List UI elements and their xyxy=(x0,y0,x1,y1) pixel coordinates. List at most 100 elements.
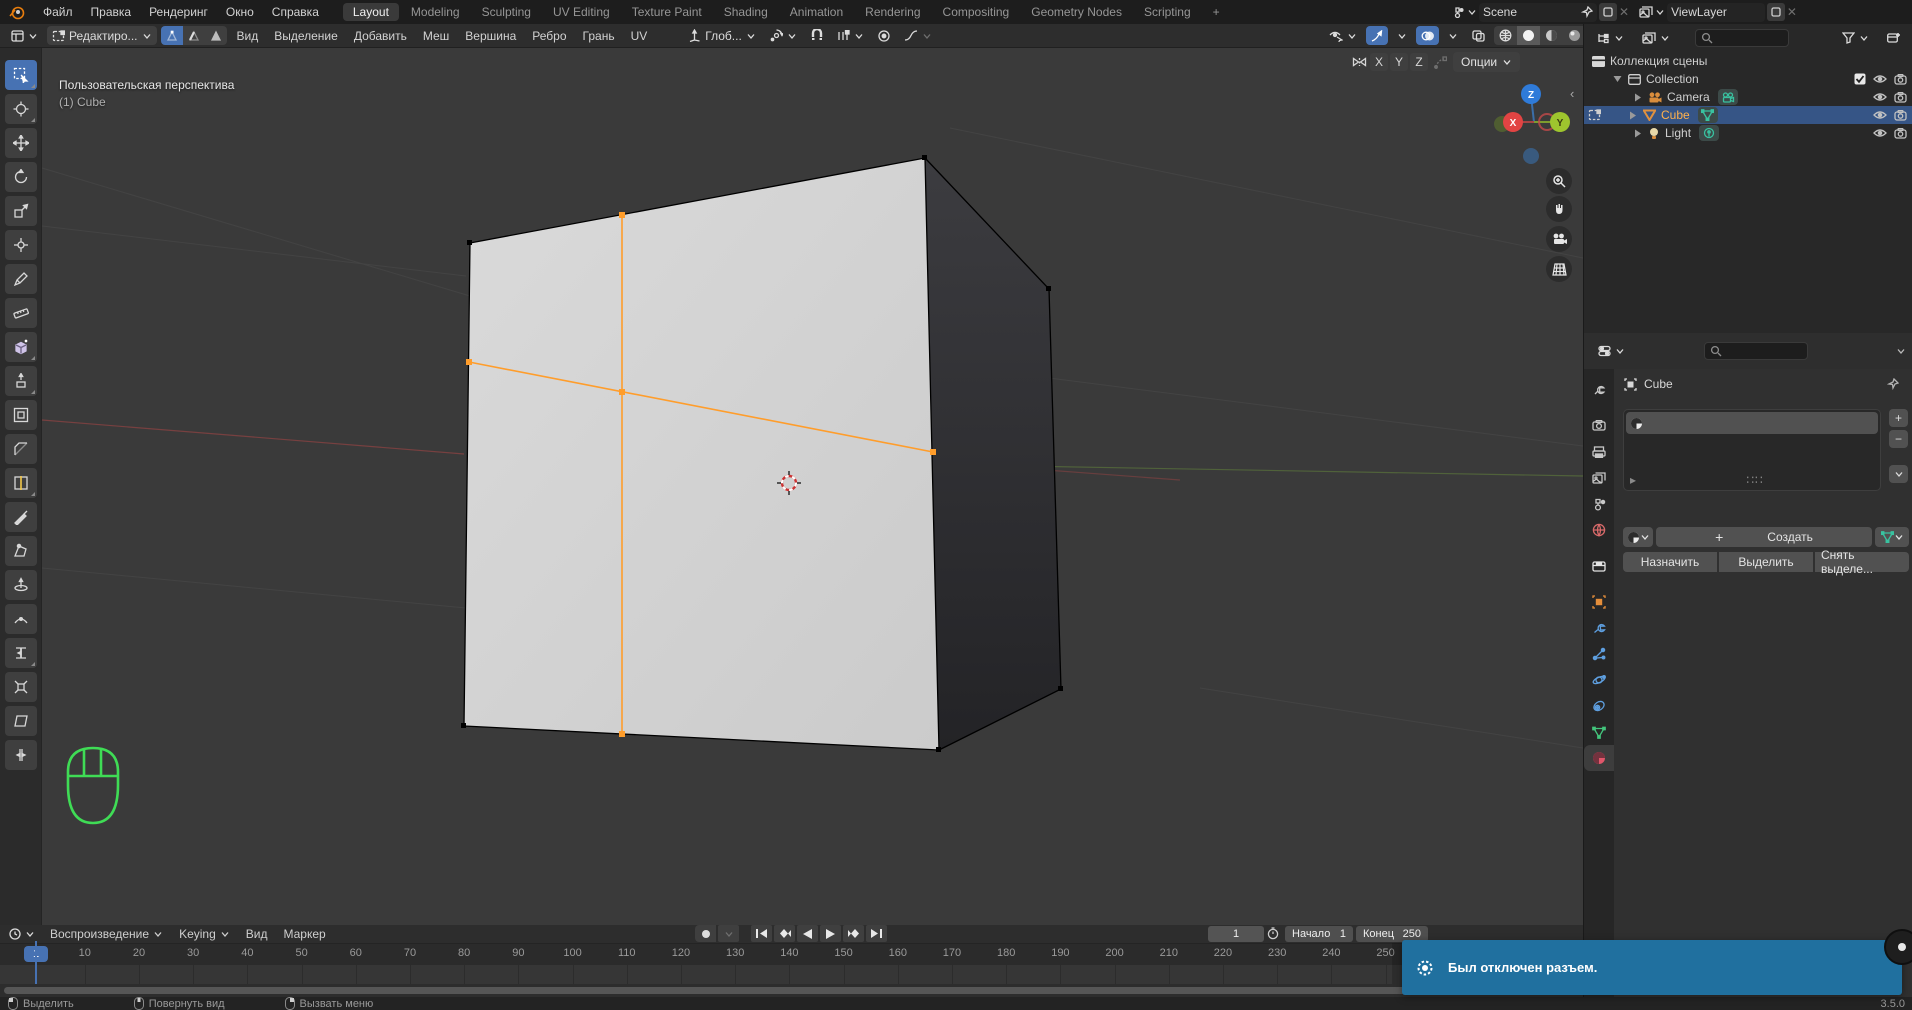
menu-Окно[interactable]: Окно xyxy=(217,5,263,19)
tool-inset[interactable] xyxy=(4,400,37,430)
tool-rip[interactable] xyxy=(4,740,37,770)
viewport-menu-Вершина[interactable]: Вершина xyxy=(457,29,524,43)
chevron-down-icon[interactable] xyxy=(1655,7,1665,17)
editor-type-button[interactable] xyxy=(6,26,43,45)
arrow-down-icon[interactable] xyxy=(1613,75,1622,83)
workspace-tab-uv-editing[interactable]: UV Editing xyxy=(543,3,620,21)
eye-icon[interactable] xyxy=(1873,92,1887,102)
jump-start-button[interactable] xyxy=(751,925,772,942)
timeline-menu-Вид[interactable]: Вид xyxy=(238,927,276,941)
outliner-row-cube[interactable]: Cube xyxy=(1584,106,1912,124)
notification-toast[interactable]: Был отключен разъем. xyxy=(1402,940,1902,995)
properties-tab-scene[interactable] xyxy=(1584,491,1614,517)
tool-bevel[interactable] xyxy=(4,434,37,464)
material-slot-list[interactable]: ▸ ∷∷ xyxy=(1623,409,1881,491)
zoom-view-button[interactable] xyxy=(1546,168,1572,194)
assign-button[interactable]: Назначить xyxy=(1623,552,1717,572)
properties-tab-collection[interactable] xyxy=(1584,553,1614,579)
select-button[interactable]: Выделить xyxy=(1719,552,1813,572)
workspace-tab-texture-paint[interactable]: Texture Paint xyxy=(622,3,712,21)
chevron-down-icon[interactable] xyxy=(1896,346,1906,356)
menu-Справка[interactable]: Справка xyxy=(263,5,328,19)
timeline-ruler[interactable]: 1 10203040506070809010011012013014015016… xyxy=(0,943,1583,965)
timeline-menu-Keying[interactable]: Keying xyxy=(171,927,238,941)
add-slot-button[interactable]: + xyxy=(1889,409,1908,427)
outliner-filter-mode[interactable] xyxy=(1637,29,1675,48)
workspace-tab-layout[interactable]: Layout xyxy=(342,3,399,21)
tool-smooth[interactable] xyxy=(4,604,37,634)
next-keyframe-button[interactable] xyxy=(843,925,864,942)
properties-tab-data[interactable] xyxy=(1584,719,1614,745)
camera-restrict-icon[interactable] xyxy=(1894,127,1907,139)
properties-tab-world[interactable] xyxy=(1584,517,1614,543)
orientation-selector[interactable]: Глоб... xyxy=(683,26,761,45)
workspace-tab-geometry-nodes[interactable]: Geometry Nodes xyxy=(1021,3,1132,21)
workspace-tab-shading[interactable]: Shading xyxy=(714,3,778,21)
workspace-tab-+[interactable]: + xyxy=(1203,3,1230,21)
viewlayer-selector[interactable]: ViewLayer xyxy=(1667,2,1765,22)
pivot-selector[interactable] xyxy=(765,26,802,45)
menu-Рендеринг[interactable]: Рендеринг xyxy=(140,5,217,19)
slot-specials-button[interactable] xyxy=(1889,465,1908,483)
arrow-right-icon[interactable] xyxy=(1634,93,1642,102)
tool-annotate[interactable] xyxy=(4,264,37,294)
play-button[interactable] xyxy=(820,925,841,942)
snap-path-icon[interactable] xyxy=(1434,55,1447,69)
workspace-tab-rendering[interactable]: Rendering xyxy=(855,3,930,21)
tool-select-box[interactable] xyxy=(4,60,37,90)
jump-end-button[interactable] xyxy=(866,925,887,942)
properties-tab-physics[interactable] xyxy=(1584,667,1614,693)
checkbox-icon[interactable] xyxy=(1854,73,1866,85)
outliner-row-коллекция-сцены[interactable]: Коллекция сцены xyxy=(1584,52,1912,70)
solid-shading-button[interactable] xyxy=(1517,26,1540,45)
tool-loop-cut[interactable] xyxy=(4,468,37,498)
tool-poly-build[interactable] xyxy=(4,536,37,566)
tool-add-cube[interactable] xyxy=(4,332,37,362)
scene-icon[interactable] xyxy=(1452,6,1465,18)
workspace-tab-sculpting[interactable]: Sculpting xyxy=(472,3,541,21)
new-collection-button[interactable] xyxy=(1882,29,1905,48)
camera-restrict-icon[interactable] xyxy=(1894,91,1907,103)
mirror-axis-z[interactable]: Z xyxy=(1410,53,1428,71)
overlays-dropdown[interactable] xyxy=(1443,26,1463,45)
tool-spin[interactable] xyxy=(4,570,37,600)
visibility-dropdown[interactable] xyxy=(1324,26,1362,45)
frame-start-field[interactable]: Начало 1 xyxy=(1285,926,1353,942)
viewport-menu-Грань[interactable]: Грань xyxy=(575,29,623,43)
viewport-menu-Ребро[interactable]: Ребро xyxy=(524,29,574,43)
material-slot[interactable] xyxy=(1626,412,1878,434)
falloff-selector[interactable] xyxy=(899,26,937,45)
workspace-tab-modeling[interactable]: Modeling xyxy=(401,3,470,21)
grip-icon[interactable]: ∷∷ xyxy=(1746,473,1763,487)
mesh-data-icon[interactable] xyxy=(1697,107,1718,123)
workspace-tab-animation[interactable]: Animation xyxy=(780,3,853,21)
stopwatch-icon[interactable] xyxy=(1267,927,1279,940)
menu-Правка[interactable]: Правка xyxy=(82,5,141,19)
tool-rotate[interactable] xyxy=(4,162,37,192)
timeline-scrollbar[interactable] xyxy=(4,987,1482,994)
pin-icon[interactable] xyxy=(1581,6,1594,18)
viewport-menu-Меш[interactable]: Меш xyxy=(415,29,457,43)
eye-icon[interactable] xyxy=(1873,74,1887,84)
blender-logo-icon[interactable] xyxy=(0,4,34,20)
properties-tab-material[interactable] xyxy=(1584,745,1614,771)
properties-tab-object[interactable] xyxy=(1584,589,1614,615)
viewport-menu-Вид[interactable]: Вид xyxy=(229,29,267,43)
tool-cursor[interactable] xyxy=(4,94,37,124)
menu-Файл[interactable]: Файл xyxy=(34,5,82,19)
current-frame-line[interactable] xyxy=(35,941,37,984)
tool-knife[interactable] xyxy=(4,502,37,532)
proportional-edit-toggle[interactable] xyxy=(873,26,895,45)
toast-dismiss-knob[interactable] xyxy=(1884,929,1912,965)
prev-keyframe-button[interactable] xyxy=(774,925,795,942)
tool-measure[interactable] xyxy=(4,298,37,328)
pin-icon[interactable] xyxy=(1887,378,1899,390)
properties-tab-view-layer[interactable] xyxy=(1584,465,1614,491)
vertex-select-button[interactable] xyxy=(160,26,183,45)
mirror-axis-y[interactable]: Y xyxy=(1390,53,1408,71)
arrow-right-icon[interactable] xyxy=(1629,111,1637,120)
xray-toggle[interactable] xyxy=(1467,26,1490,45)
remove-slot-button[interactable]: − xyxy=(1889,430,1908,448)
tool-move[interactable] xyxy=(4,128,37,158)
tool-transform[interactable] xyxy=(4,230,37,260)
